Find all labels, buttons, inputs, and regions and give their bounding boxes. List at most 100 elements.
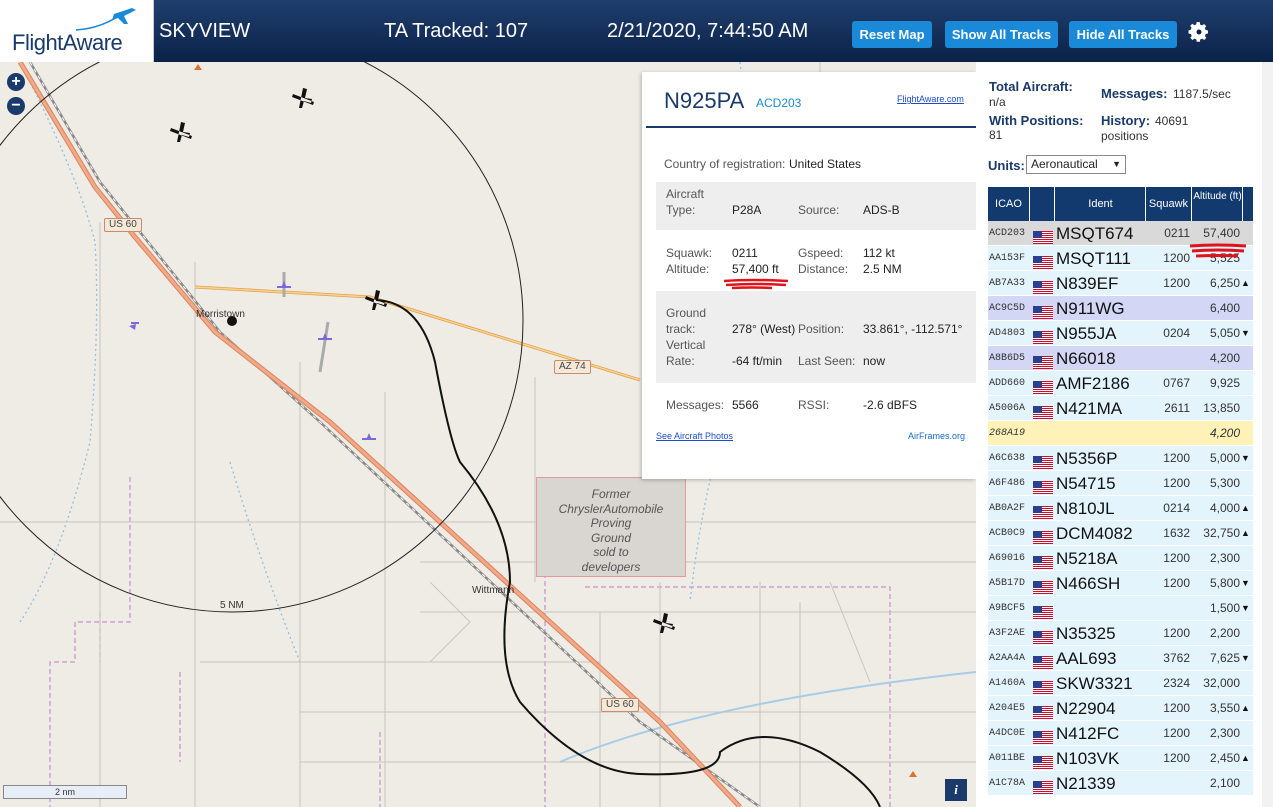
total-aircraft-value: n/a [989,95,1006,109]
table-row[interactable]: A3F2AE N35325 1200 2,200 [988,621,1253,646]
table-row[interactable]: AC9C5D N911WG 6,400 [988,296,1253,321]
gear-icon[interactable] [1187,20,1211,44]
track-value: 278° (West) [732,322,796,336]
altitude-trend-icon [1241,621,1251,646]
table-row[interactable]: A69016 N5218A 1200 2,300 [988,546,1253,571]
table-row[interactable]: A1C78A N21339 2,100 [988,771,1253,796]
us-flag-icon [1033,252,1053,269]
altitude-trend-icon: ▲ [1241,528,1250,538]
cell-icao: AB0A2F [989,503,1026,514]
history-value: 40691 positions [1101,114,1189,143]
cell-squawk: 1632 [1163,526,1190,540]
table-row[interactable]: A4DC0E N412FC 1200 2,300 [988,721,1253,746]
scale-bar: 2 nm [3,785,127,799]
col-altitude[interactable]: Altitude (ft) [1193,187,1243,221]
messages-label: Messages: [666,398,725,412]
table-row[interactable]: A6C638 N5356P 1200 5,000 ▼ [988,446,1253,471]
source-label: Source: [798,203,840,217]
cell-squawk [1146,296,1190,321]
aircraft-detail-popup: N925PA ACD203 FlightAware.com Country of… [642,72,976,479]
cell-squawk: 0211 [1164,226,1190,240]
table-row[interactable]: A8B6D5 N66018 4,200 [988,346,1253,371]
us-flag-icon [1033,752,1053,769]
cell-squawk: 2324 [1163,676,1190,690]
altitude-trend-icon [1241,671,1251,696]
table-row[interactable]: AB0A2F N810JL 0214 4,000 ▲ [988,496,1253,521]
cell-ident: N21339 [1056,774,1116,793]
squawk-value: 0211 [732,246,758,260]
show-all-tracks-button[interactable]: Show All Tracks [945,21,1058,48]
panel-scrollbar[interactable] [1262,62,1273,807]
table-row[interactable]: AB7A33 N839EF 1200 6,250 ▲ [988,271,1253,296]
table-row[interactable]: A2AA4A AAL693 3762 7,625 ▼ [988,646,1253,671]
flightaware-logo[interactable]: FlightAware [0,0,154,62]
col-ident[interactable]: Ident [1056,187,1146,221]
cell-squawk: 1200 [1163,751,1190,765]
airframes-link[interactable]: AirFrames.org [908,431,965,441]
us-flag-icon [1033,627,1053,644]
table-row[interactable]: A5006A N421MA 2611 13,850 [988,396,1253,421]
zoom-in-button[interactable]: + [7,73,25,91]
gspeed-label: Gspeed: [798,246,844,260]
table-header: ICAO Ident Squawk Altitude (ft) [988,187,1253,221]
proving-ground-line: Former [591,487,631,501]
table-row[interactable]: A5B17D N466SH 1200 5,800 ▼ [988,571,1253,596]
us-flag-icon [1033,727,1053,744]
cell-squawk [1146,421,1190,446]
cell-squawk: 1200 [1163,476,1190,490]
cell-altitude: 1,500 [1209,601,1240,615]
cell-altitude: 4,200 [1209,351,1240,365]
col-squawk[interactable]: Squawk [1146,187,1192,221]
dropdown-arrow-icon: ▼ [1112,159,1121,169]
cell-squawk: 0204 [1163,326,1190,340]
cell-icao: A8B6D5 [989,353,1026,364]
us-flag-icon [1033,377,1053,394]
us-flag-icon [1033,352,1053,369]
cell-icao: AC9C5D [989,303,1026,314]
col-flag[interactable] [1031,187,1055,221]
table-row[interactable]: A6F486 N54715 1200 5,300 [988,471,1253,496]
table-row[interactable]: A204E5 N22904 1200 3,550 ▲ [988,696,1253,721]
cell-squawk: 1200 [1163,701,1190,715]
cell-icao: ADD660 [989,378,1026,389]
us-flag-icon [1033,277,1053,294]
squawk-label: Squawk: [666,246,713,260]
table-row[interactable]: ACB0C9 DCM4082 1632 32,750 ▲ [988,521,1253,546]
cell-altitude: 2,200 [1209,626,1240,640]
aircraft-label: Aircraft [666,187,705,201]
cell-altitude: 9,925 [1209,376,1240,390]
datetime: 2/21/2020, 7:44:50 AM [607,20,809,42]
type-value: P28A [732,203,762,217]
table-row[interactable]: A011BE N103VK 1200 2,450 ▲ [988,746,1253,771]
cell-squawk: 1200 [1163,451,1190,465]
altitude-trend-icon: ▲ [1241,703,1250,713]
red-highlight-mark [723,278,789,290]
cell-icao: A5B17D [989,578,1026,589]
table-row[interactable]: 268A19 4,200 [988,421,1253,446]
with-positions-value: 81 [989,128,1003,142]
info-button[interactable]: i [945,779,967,801]
reset-map-button[interactable]: Reset Map [852,21,932,48]
altitude-trend-icon: ▼ [1241,453,1250,463]
table-row[interactable]: ADD660 AMF2186 0767 9,925 [988,371,1253,396]
cell-icao: A1C78A [989,778,1026,789]
table-row[interactable]: A9BCF5 1,500 ▼ [988,596,1253,621]
altitude-trend-icon: ▲ [1241,278,1250,288]
flightaware-link[interactable]: FlightAware.com [897,94,964,104]
cell-squawk: 1200 [1163,626,1190,640]
units-select-value: Aeronautical [1031,157,1098,171]
cell-squawk: 2611 [1164,401,1190,415]
units-select[interactable]: Aeronautical ▼ [1026,155,1126,174]
col-icao[interactable]: ICAO [988,187,1030,221]
table-row[interactable]: A1460A SKW3321 2324 32,000 [988,671,1253,696]
app-title: SKYVIEW [159,20,251,42]
cell-squawk: 0767 [1163,376,1190,390]
brand-wordmark: FlightAware [12,30,123,55]
cell-ident: N412FC [1056,724,1120,743]
us-flag-icon [1033,552,1053,569]
cell-squawk: 0214 [1163,501,1190,515]
hide-all-tracks-button[interactable]: Hide All Tracks [1069,21,1177,48]
aircraft-photos-link[interactable]: See Aircraft Photos [656,431,733,441]
zoom-out-button[interactable]: − [7,97,25,115]
table-row[interactable]: AD4803 N955JA 0204 5,050 ▼ [988,321,1253,346]
